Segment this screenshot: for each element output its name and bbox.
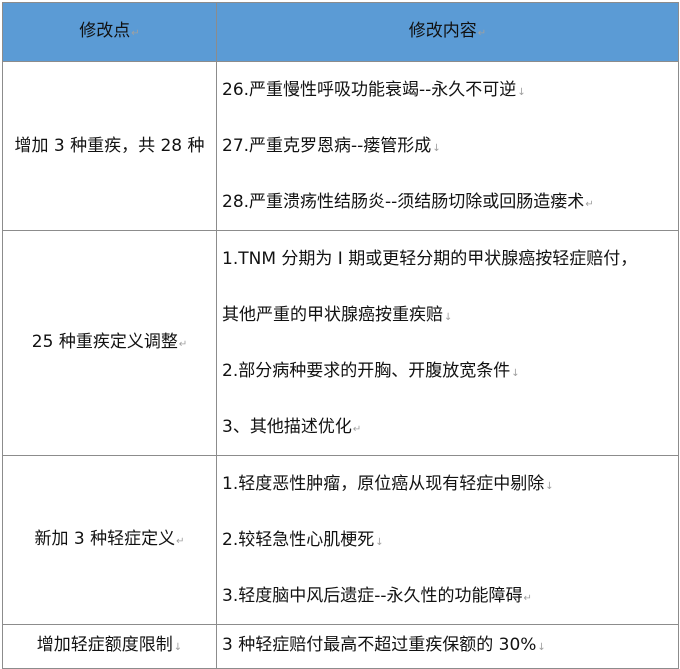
paragraph-mark-icon: ↓ — [444, 312, 453, 323]
paragraph-mark-icon: ↓ — [173, 642, 183, 653]
paragraph-mark-icon: ↓ — [517, 87, 526, 98]
content-text: 3、其他描述优化 — [222, 417, 352, 437]
header-cell-point: 修改点↵ — [2, 2, 217, 62]
point-cell: 25 种重疾定义调整↵ — [2, 230, 217, 456]
content-line: 1.轻度恶性肿瘤，原位癌从现有轻症中剔除↓ — [222, 457, 678, 513]
paragraph-mark-icon: ↓ — [545, 481, 554, 492]
content-cell: 26.严重慢性呼吸功能衰竭--永久不可逆↓ 27.严重克罗恩病--瘘管形成↓ 2… — [216, 61, 679, 231]
content-cell: 3 种轻症赔付最高不超过重疾保额的 30%↓ — [216, 624, 679, 669]
paragraph-mark-icon: ↵ — [131, 27, 140, 39]
content-text: 28.严重溃疡性结肠炎--须结肠切除或回肠造瘘术 — [222, 192, 585, 212]
header-label-content: 修改内容 — [408, 20, 477, 41]
content-text: 其他严重的甲状腺癌按重疾赔 — [222, 305, 443, 325]
content-line: 2.部分病种要求的开胸、开腹放宽条件↓ — [222, 343, 678, 399]
content-text: 1.TNM 分期为 I 期或更轻分期的甲状腺癌按轻症赔付， — [222, 249, 638, 269]
content-cell: 1.轻度恶性肿瘤，原位癌从现有轻症中剔除↓ 2.较轻急性心肌梗死↓ 3.轻度脑中… — [216, 455, 679, 625]
modification-table: 修改点↵ 修改内容↵ 增加 3 种重疾，共 28 种 26.严重慢性呼吸功能衰竭… — [2, 2, 679, 669]
table-row: 增加轻症额度限制↓ 3 种轻症赔付最高不超过重疾保额的 30%↓ — [2, 624, 679, 669]
content-line: 27.严重克罗恩病--瘘管形成↓ — [222, 118, 678, 174]
content-line: 3、其他描述优化↵ — [222, 399, 678, 455]
content-text: 2.部分病种要求的开胸、开腹放宽条件 — [222, 361, 511, 381]
content-text: 3 种轻症赔付最高不超过重疾保额的 30% — [222, 635, 537, 655]
content-line: 26.严重慢性呼吸功能衰竭--永久不可逆↓ — [222, 63, 678, 119]
content-line: 3 种轻症赔付最高不超过重疾保额的 30%↓ — [222, 626, 678, 666]
point-cell: 增加 3 种重疾，共 28 种 — [2, 61, 217, 231]
paragraph-mark-icon: ↓ — [432, 143, 441, 154]
paragraph-mark-icon: ↵ — [178, 338, 188, 350]
content-line: 1.TNM 分期为 I 期或更轻分期的甲状腺癌按轻症赔付， — [222, 232, 678, 288]
paragraph-mark-icon: ↓ — [537, 642, 546, 653]
content-line: 3.轻度脑中风后遗症--永久性的功能障碍↵ — [222, 568, 678, 624]
header-label-point: 修改点 — [79, 20, 131, 41]
point-text: 增加轻症额度限制 — [36, 635, 173, 655]
content-text: 3.轻度脑中风后遗症--永久性的功能障碍 — [222, 586, 523, 606]
content-cell: 1.TNM 分期为 I 期或更轻分期的甲状腺癌按轻症赔付， 其他严重的甲状腺癌按… — [216, 230, 679, 456]
content-text: 27.严重克罗恩病--瘘管形成 — [222, 136, 432, 156]
point-text: 增加 3 种重疾，共 28 种 — [14, 136, 205, 156]
paragraph-mark-icon: ↵ — [585, 199, 594, 210]
content-text: 1.轻度恶性肿瘤，原位癌从现有轻症中剔除 — [222, 474, 545, 494]
paragraph-mark-icon: ↵ — [477, 27, 487, 39]
content-line: 28.严重溃疡性结肠炎--须结肠切除或回肠造瘘术↵ — [222, 174, 678, 230]
paragraph-mark-icon: ↵ — [352, 424, 362, 435]
paragraph-mark-icon: ↵ — [176, 535, 185, 547]
paragraph-mark-icon: ↵ — [523, 593, 532, 604]
point-text: 新加 3 种轻症定义 — [34, 528, 176, 549]
content-text: 2.较轻急性心肌梗死 — [222, 530, 375, 550]
table-row: 新加 3 种轻症定义↵ 1.轻度恶性肿瘤，原位癌从现有轻症中剔除↓ 2.较轻急性… — [2, 455, 679, 625]
content-line: 2.较轻急性心肌梗死↓ — [222, 512, 678, 568]
table-row: 25 种重疾定义调整↵ 1.TNM 分期为 I 期或更轻分期的甲状腺癌按轻症赔付… — [2, 230, 679, 456]
content-line: 其他严重的甲状腺癌按重疾赔↓ — [222, 287, 678, 343]
point-text: 25 种重疾定义调整 — [31, 331, 178, 352]
table-row: 增加 3 种重疾，共 28 种 26.严重慢性呼吸功能衰竭--永久不可逆↓ 27… — [2, 61, 679, 231]
point-cell: 新加 3 种轻症定义↵ — [2, 455, 217, 625]
paragraph-mark-icon: ↓ — [375, 537, 384, 548]
paragraph-mark-icon: ↓ — [511, 368, 520, 379]
point-cell: 增加轻症额度限制↓ — [2, 624, 217, 669]
header-cell-content: 修改内容↵ — [216, 2, 679, 62]
header-row: 修改点↵ 修改内容↵ — [2, 2, 679, 62]
content-text: 26.严重慢性呼吸功能衰竭--永久不可逆 — [222, 80, 517, 100]
